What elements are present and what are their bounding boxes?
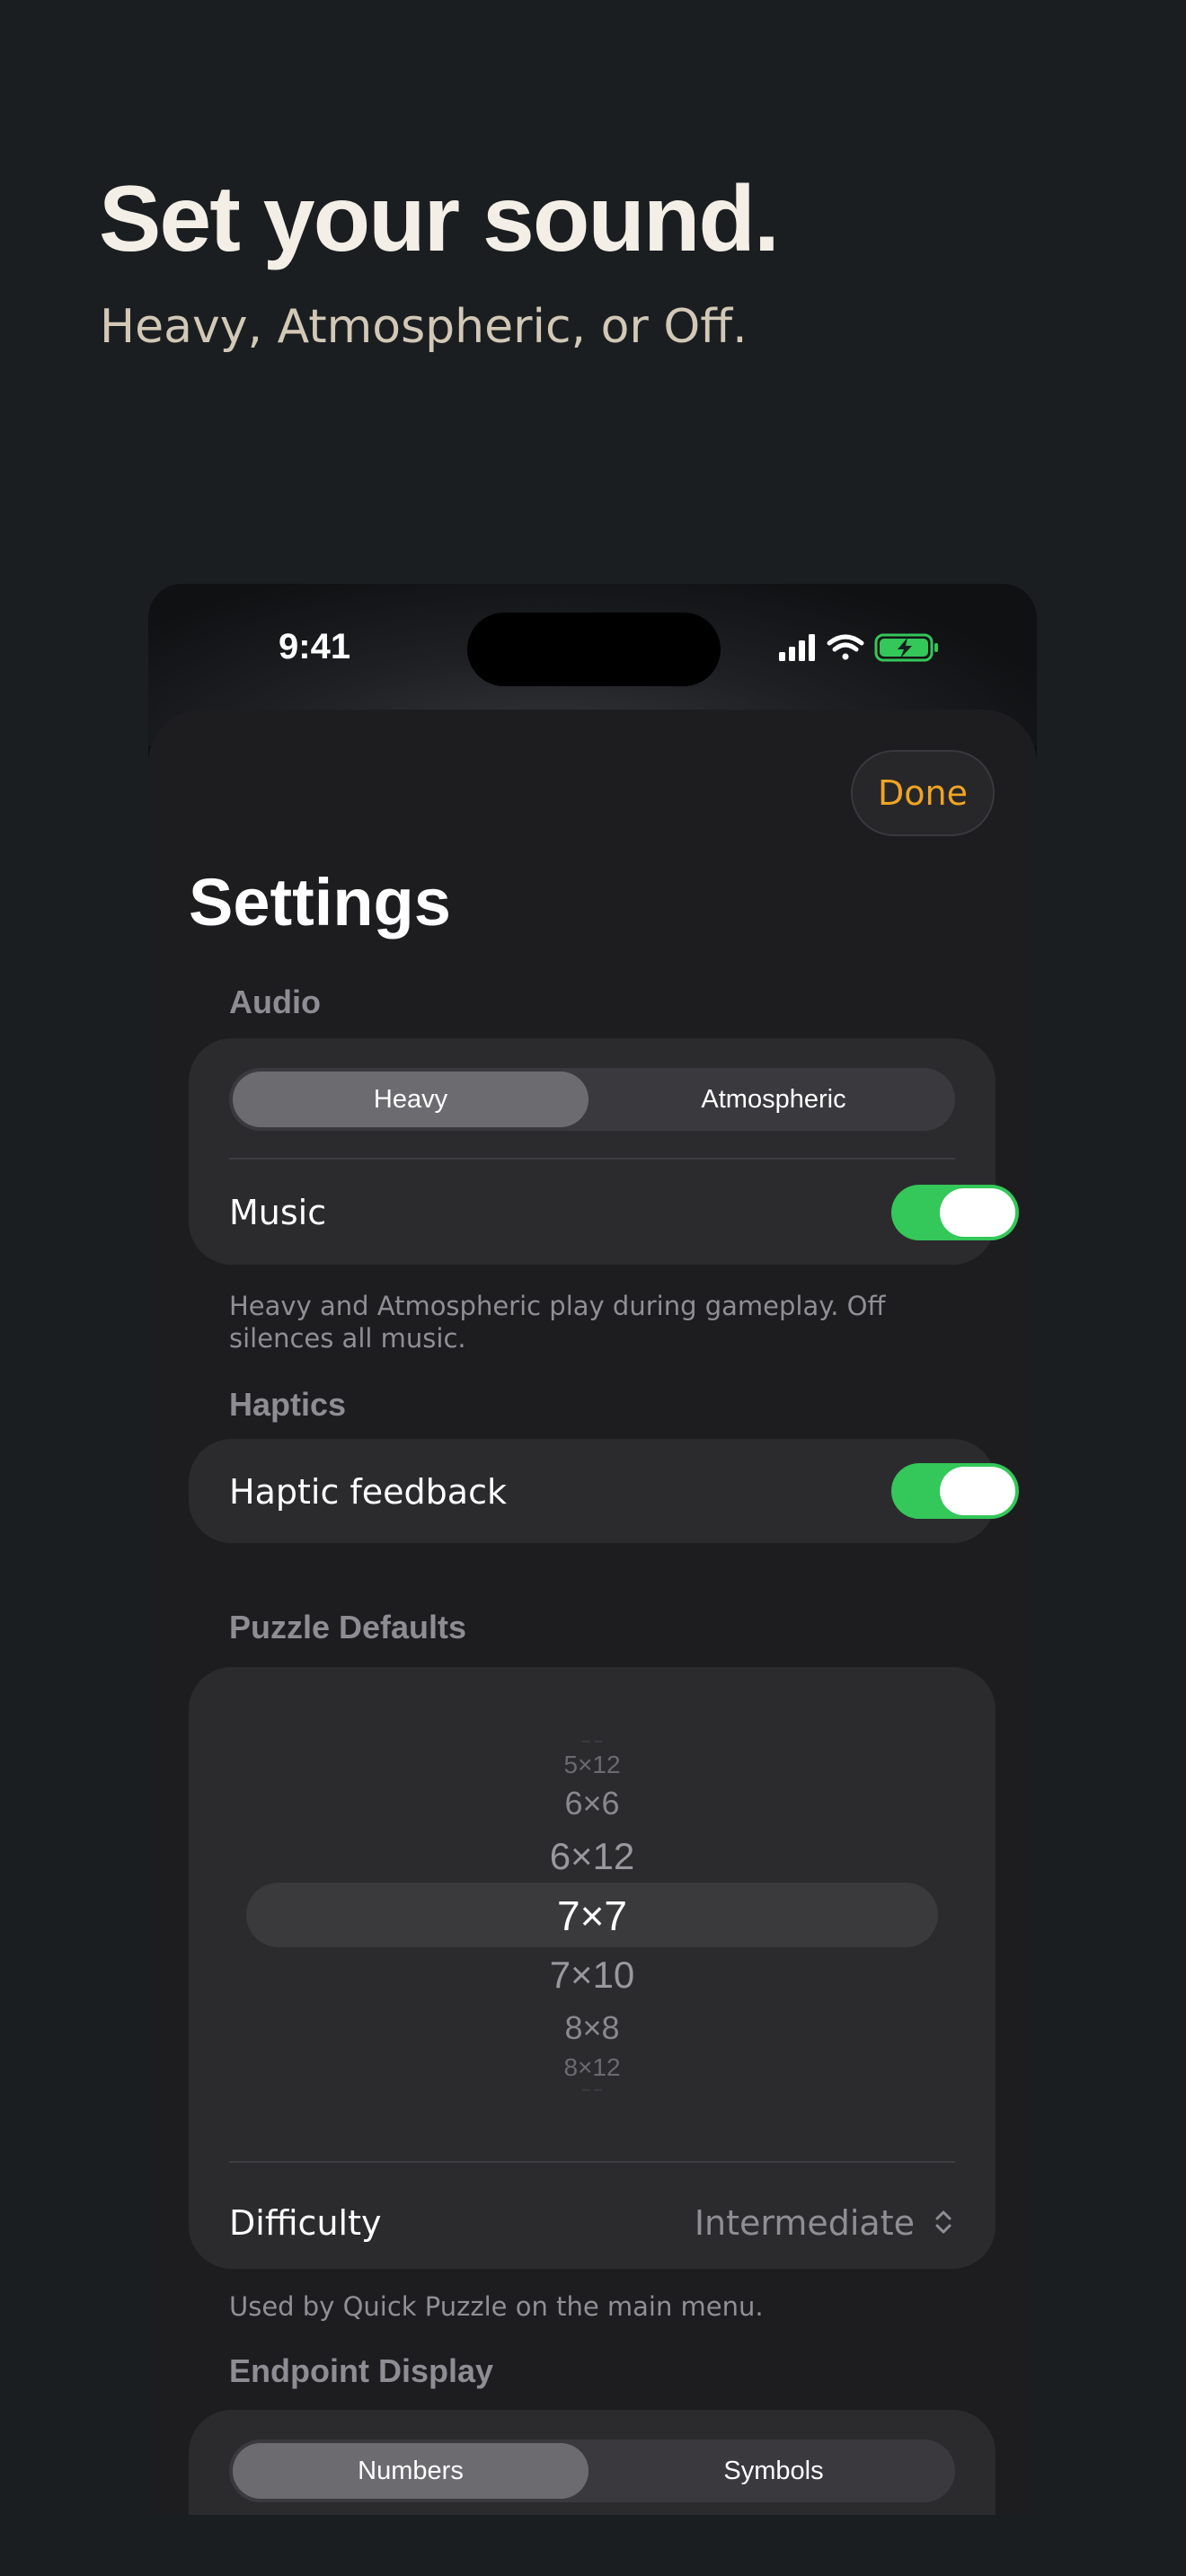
haptics-card: Haptic feedback (189, 1439, 1019, 1543)
picker-faded-edge-top: – – (581, 1734, 603, 1749)
audio-footnote: Heavy and Atmospheric play during gamepl… (229, 1291, 886, 1354)
audio-mode-segmented-control: Heavy Atmospheric (229, 1068, 955, 1131)
difficulty-label: Difficulty (229, 2203, 382, 2243)
puzzle-defaults-footnote: Used by Quick Puzzle on the main menu. (229, 2291, 764, 2322)
difficulty-value[interactable]: Intermediate (695, 2206, 915, 2240)
section-header-puzzle-defaults: Puzzle Defaults (229, 1609, 467, 1645)
wifi-icon (827, 634, 864, 660)
picker-faded-edge-bottom: – – (581, 2082, 603, 2097)
audio-card: Heavy Atmospheric Music (189, 1038, 1019, 1265)
dynamic-island (467, 613, 721, 686)
app-store-screenshot: Set your sound. Heavy, Atmospheric, or O… (0, 0, 1186, 2576)
picker-option[interactable]: 8×8 (189, 2012, 996, 2044)
cellular-signal-icon (779, 634, 815, 661)
headline: Set your sound. (99, 167, 780, 271)
segment-atmospheric[interactable]: Atmospheric (596, 1072, 951, 1127)
device-frame: 9:41 Done Settings Audio Heavy Atmospher… (148, 584, 1037, 2515)
picker-option[interactable]: 5×12 (189, 1752, 996, 1778)
haptic-feedback-label: Haptic feedback (229, 1472, 507, 1512)
segment-symbols[interactable]: Symbols (596, 2443, 951, 2499)
segment-heavy[interactable]: Heavy (233, 1072, 589, 1127)
music-label: Music (229, 1193, 327, 1232)
puzzle-defaults-card: – – 5×12 6×6 6×12 7×7 7×10 8×8 8×12 – – … (189, 1667, 996, 2269)
subheadline: Heavy, Atmospheric, or Off. (100, 300, 748, 354)
divider (229, 1158, 955, 1160)
section-header-endpoint-display: Endpoint Display (229, 2352, 494, 2389)
status-time: 9:41 (279, 627, 351, 666)
segment-numbers[interactable]: Numbers (233, 2443, 589, 2499)
section-header-audio: Audio (229, 984, 321, 1020)
battery-charging-icon (874, 633, 938, 662)
page-title: Settings (189, 865, 451, 940)
picker-option[interactable]: 7×10 (189, 1956, 996, 1994)
section-header-haptics: Haptics (229, 1386, 347, 1423)
picker-option[interactable]: 6×6 (189, 1787, 996, 1820)
endpoint-display-segmented-control: Numbers Symbols (229, 2439, 955, 2502)
chevron-up-down-icon[interactable] (932, 2206, 955, 2238)
status-icons (779, 633, 938, 662)
done-button[interactable]: Done (851, 750, 995, 836)
haptic-feedback-toggle[interactable] (891, 1463, 1019, 1519)
picker-option[interactable]: 6×12 (189, 1838, 996, 1875)
endpoint-display-card: Numbers Symbols (189, 2410, 996, 2515)
settings-sheet: Done Settings Audio Heavy Atmospheric Mu… (148, 710, 1037, 2515)
toggle-knob (940, 1188, 1015, 1237)
music-toggle[interactable] (891, 1185, 1019, 1240)
divider (229, 2161, 955, 2163)
toggle-knob (940, 1467, 1015, 1515)
picker-option-selected[interactable]: 7×7 (189, 1895, 996, 1936)
picker-option[interactable]: 8×12 (189, 2055, 996, 2080)
